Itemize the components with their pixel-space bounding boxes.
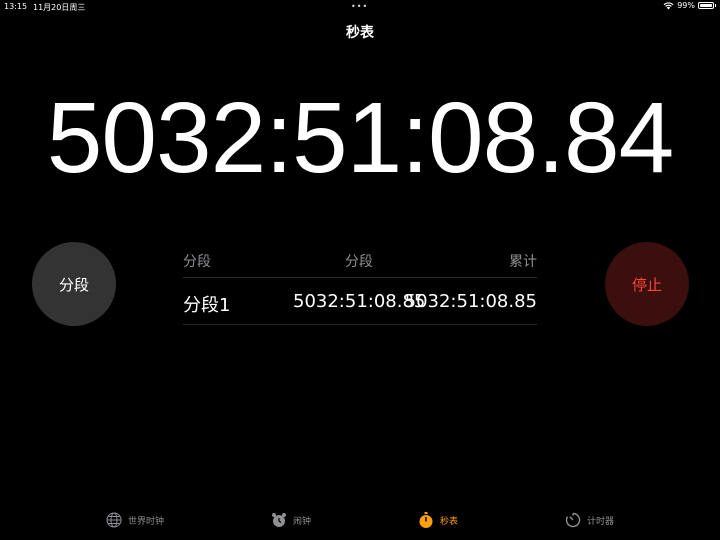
tab-label: 闹钟 [293, 516, 312, 527]
tab-stopwatch[interactable]: 秒表 [418, 512, 458, 528]
tab-label: 世界时钟 [128, 516, 165, 527]
status-date: 11月20日周三 [33, 3, 86, 12]
stopwatch-icon [419, 512, 433, 528]
timer-icon [565, 512, 581, 528]
battery-percent: 99% [677, 1, 695, 10]
tab-world-clock[interactable]: 世界时钟 [106, 512, 164, 528]
tab-timer[interactable]: 计时器 [565, 512, 614, 528]
status-right: 99% [663, 1, 716, 10]
tab-label: 秒表 [440, 516, 459, 527]
tab-bar: 世界时钟 闹钟 秒表 计时器 [0, 505, 720, 540]
lap-table: 分段 分段 累计 分段1 5032:51:08.85 5032:51:08.85 [183, 245, 537, 325]
header-total: 累计 [509, 254, 537, 270]
lap-button[interactable]: 分段 [32, 242, 116, 326]
wifi-icon [663, 1, 674, 9]
tab-label: 计时器 [587, 516, 615, 527]
battery-icon [698, 2, 714, 9]
lap-table-header: 分段 分段 累计 [183, 245, 537, 278]
lap-name: 分段1 [183, 295, 231, 316]
page-title: 秒表 [346, 25, 374, 41]
lap-total: 5032:51:08.85 [404, 291, 537, 312]
battery-tip [715, 4, 716, 7]
elapsed-time-display: 5032:51:08.84 [46, 82, 675, 194]
stop-button[interactable]: 停止 [605, 242, 689, 326]
alarm-clock-icon [272, 513, 286, 527]
globe-icon [106, 512, 122, 528]
header-lap-name: 分段 [183, 254, 211, 270]
header-lap-time: 分段 [345, 254, 373, 270]
stopwatch-screen: 13:15 11月20日周三 ••• 99% 秒表 5032:51:08.84 … [0, 0, 720, 540]
status-bar: 13:15 11月20日周三 ••• 99% [0, 0, 720, 14]
multitasking-dots[interactable]: ••• [351, 2, 368, 11]
tab-alarm[interactable]: 闹钟 [271, 512, 311, 528]
lap-row: 分段1 5032:51:08.85 5032:51:08.85 [183, 278, 537, 325]
status-time: 13:15 [4, 2, 28, 11]
